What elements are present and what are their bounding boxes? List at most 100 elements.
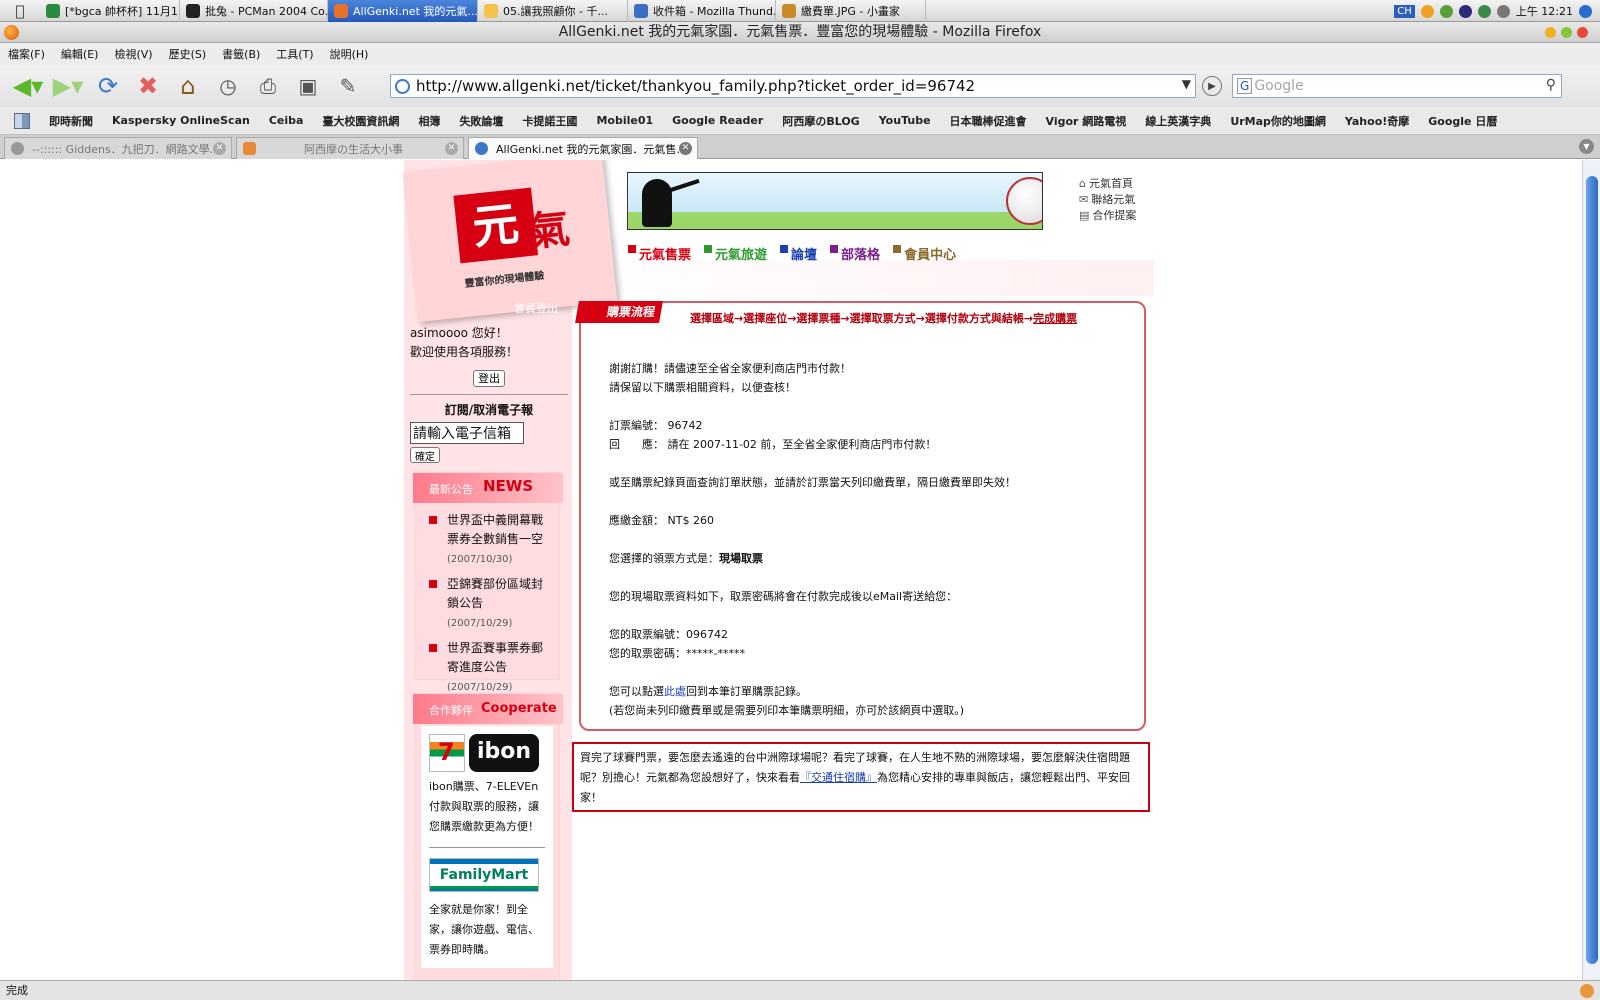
nav-item-label: 論壇 [791, 248, 818, 263]
tab-list-icon[interactable]: ▼ [1579, 139, 1594, 154]
image-tool-icon[interactable]: ▣ [288, 69, 328, 103]
bookmark-item[interactable]: 相簿 [418, 113, 440, 129]
tab-allgenki[interactable]: AllGenki.net 我的元氣家園．元氣售... ✕ [468, 137, 698, 159]
vertical-scrollbar[interactable] [1582, 160, 1600, 980]
nav-item[interactable]: 元氣售票 [628, 244, 691, 263]
clock: 上午 12:21 [1515, 5, 1573, 18]
news-title[interactable]: 世界盃賽事票券郵寄進度公告 [447, 641, 543, 674]
address-bar[interactable]: http://www.allgenki.net/ticket/thankyou_… [390, 74, 1196, 98]
flow-steps-text: 選擇區域→選擇座位→選擇票種→選擇取票方式→選擇付款方式與結帳→ [690, 312, 1034, 325]
bookmark-item[interactable]: 卡提諾王國 [522, 113, 577, 129]
purchase-flow-steps: 選擇區域→選擇座位→選擇票種→選擇取票方式→選擇付款方式與結帳→完成購票 [690, 310, 1077, 326]
tab-blog[interactable]: 阿西摩の生活大小事 ✕ [236, 137, 464, 159]
history-icon[interactable]: ◷ [208, 69, 248, 103]
back-button[interactable]: ◀▾ [8, 69, 48, 103]
news-item[interactable]: 亞錦賽部份區域封鎖公告 (2007/10/29) [415, 569, 559, 633]
reload-button[interactable]: ⟳ [88, 69, 128, 103]
site-identity-icon[interactable] [395, 78, 410, 94]
menu-item[interactable]: 工具(T) [276, 46, 313, 62]
bookmark-item[interactable]: YouTube [879, 114, 931, 127]
bookmarks-sidebar-icon[interactable] [14, 112, 30, 129]
news-item[interactable]: 世界盃賽事票券郵寄進度公告 (2007/10/29) [415, 633, 559, 697]
ibon-logo[interactable]: ibon [469, 734, 539, 772]
messenger-icon[interactable] [1420, 4, 1434, 18]
confirm-button[interactable]: 確定 [410, 447, 440, 463]
taskbar-item[interactable]: 批兔 - PCMan 2004 Co... [180, 0, 328, 22]
bookmark-item[interactable]: 臺大校園資訊網 [322, 113, 399, 129]
update-icon[interactable] [1477, 4, 1491, 18]
apple-menu-icon[interactable]:  [0, 2, 40, 20]
home-button[interactable]: ⌂ [168, 69, 208, 103]
msn-icon[interactable] [1439, 4, 1453, 18]
menu-item[interactable]: 檢視(V) [114, 46, 152, 62]
logout-button[interactable]: 登出 [473, 370, 505, 387]
search-icon[interactable]: ⚲ [1546, 77, 1556, 93]
bookmark-item[interactable]: 失敗論壇 [459, 113, 503, 129]
maximize-button[interactable] [1561, 27, 1572, 38]
top-link-proposal[interactable]: 合作提案 [1092, 209, 1136, 222]
scrollbar-thumb[interactable] [1586, 176, 1598, 964]
taskbar-item[interactable]: [*bgca 帥杯杯] 11月1... [40, 0, 180, 22]
bookmark-item[interactable]: Ceiba [269, 114, 304, 127]
bookmark-add-icon[interactable]: ✎ [328, 69, 368, 103]
email-field[interactable] [410, 422, 524, 444]
bookmark-item[interactable]: 線上英漢字典 [1145, 113, 1211, 129]
menu-item[interactable]: 書籤(B) [222, 46, 260, 62]
taskbar-item[interactable]: AllGenki.net 我的元氣... [328, 0, 478, 22]
address-url[interactable]: http://www.allgenki.net/ticket/thankyou_… [416, 77, 975, 95]
close-tab-icon[interactable]: ✕ [679, 142, 692, 155]
bookmark-item[interactable]: Mobile01 [596, 114, 653, 127]
taskbar-item[interactable]: 收件箱 - Mozilla Thund... [628, 0, 776, 22]
seven-eleven-logo[interactable]: 7 [429, 734, 465, 772]
site-logo[interactable]: 元 氣 豐富你的現場體驗 [402, 160, 618, 323]
tab-giddens[interactable]: --:::::: Giddens．九把刀．網路文學... ✕ [4, 137, 232, 159]
close-tab-icon[interactable]: ✕ [213, 142, 226, 155]
bookmark-item[interactable]: Vigor 網路電視 [1046, 113, 1127, 129]
nav-item[interactable]: 會員中心 [893, 244, 956, 263]
close-tab-icon[interactable]: ✕ [445, 142, 458, 155]
news-item[interactable]: 世界盃中義開幕戰票券全數銷售一空 (2007/10/30) [415, 505, 559, 569]
bookmark-item[interactable]: Yahoo!奇摩 [1345, 113, 1409, 129]
nav-item[interactable]: 論壇 [780, 244, 817, 263]
header-fade [572, 260, 1154, 296]
order-record-link[interactable]: 此處 [664, 685, 686, 698]
taskbar-item[interactable]: 繳費單.JPG - 小畫家 [776, 0, 926, 22]
pickup-info: 您的現場取票資料如下，取票密碼將會在付款完成後以eMail寄送給您： [609, 590, 958, 603]
print-icon[interactable]: ⎙ [248, 69, 288, 103]
bookmark-item[interactable]: 日本職棒促進會 [950, 113, 1027, 129]
chevron-down-icon[interactable]: ▼ [1182, 77, 1191, 91]
spotlight-icon[interactable] [1579, 4, 1592, 18]
bookmark-item[interactable]: UrMap你的地圖網 [1230, 113, 1326, 129]
stop-button[interactable]: ✖ [128, 69, 168, 103]
news-date: (2007/10/29) [447, 682, 513, 693]
bookmark-item[interactable]: Kaspersky OnlineScan [112, 114, 250, 127]
google-engine-icon[interactable]: G [1237, 78, 1253, 94]
member-logout-tag[interactable]: 會員登出 [514, 300, 558, 316]
menu-item[interactable]: 檔案(F) [8, 46, 45, 62]
member-greeting: asimoooo 您好！ 歡迎使用各項服務！ [410, 324, 568, 362]
transport-lodging-link[interactable]: 『交通住宿購』 [800, 771, 877, 784]
close-button[interactable] [1577, 27, 1588, 38]
app-icon[interactable] [1458, 4, 1472, 18]
search-input[interactable]: G Google ⚲ [1232, 74, 1562, 98]
top-link-home[interactable]: 元氣首頁 [1089, 177, 1133, 190]
bookmark-item[interactable]: 阿西摩のBLOG [782, 113, 859, 129]
news-title[interactable]: 亞錦賽部份區域封鎖公告 [447, 577, 543, 610]
volume-icon[interactable] [1496, 4, 1510, 18]
top-link-contact[interactable]: 聯絡元氣 [1091, 193, 1135, 206]
menu-item[interactable]: 歷史(S) [169, 46, 207, 62]
ime-indicator[interactable]: CH [1394, 4, 1415, 18]
nav-item[interactable]: 元氣旅遊 [704, 244, 767, 263]
forward-button[interactable]: ▶▾ [48, 69, 88, 103]
familymart-logo[interactable]: FamilyMart [429, 858, 539, 892]
bookmark-item[interactable]: Google Reader [672, 114, 763, 127]
taskbar-item[interactable]: 05.讓我照顧你 - 千... [478, 0, 628, 22]
menu-item[interactable]: 編輯(E) [61, 46, 99, 62]
nav-item[interactable]: 部落格 [830, 244, 880, 263]
bookmark-item[interactable]: 即時新聞 [49, 113, 93, 129]
go-button[interactable]: ▶ [1202, 76, 1222, 96]
minimize-button[interactable] [1545, 27, 1556, 38]
menu-item[interactable]: 說明(H) [330, 46, 369, 62]
bookmark-item[interactable]: Google 日曆 [1428, 113, 1497, 129]
news-title[interactable]: 世界盃中義開幕戰票券全數銷售一空 [447, 513, 543, 546]
